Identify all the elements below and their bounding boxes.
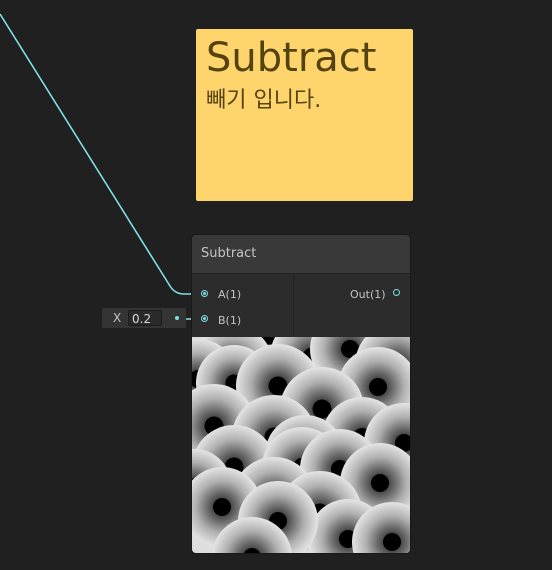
node-inputs: A(1) B(1) <box>192 274 294 336</box>
port-out-label: Out(1) <box>350 288 386 301</box>
value-connector-dot <box>175 316 179 320</box>
port-b-connector-icon[interactable] <box>201 315 208 322</box>
output-port-out[interactable]: Out(1) <box>294 287 410 303</box>
node-preview <box>192 293 410 553</box>
port-out-connector-icon[interactable] <box>393 289 400 296</box>
edge-to-input-a[interactable] <box>0 13 204 295</box>
preview-texture <box>192 293 410 553</box>
input-port-b[interactable]: B(1) <box>192 313 293 329</box>
port-a-label: A(1) <box>218 288 242 301</box>
subtract-node[interactable]: Subtract A(1) B(1) Out(1) <box>192 235 410 553</box>
value-axis-label[interactable]: X <box>113 311 121 325</box>
input-port-a[interactable]: A(1) <box>192 287 293 303</box>
inline-value-field[interactable]: X 0.2 <box>102 308 186 328</box>
node-header[interactable]: Subtract <box>192 235 410 274</box>
sticky-note-title[interactable]: Subtract <box>206 35 376 81</box>
port-b-label: B(1) <box>218 314 242 327</box>
node-outputs: Out(1) <box>294 274 410 336</box>
sticky-note[interactable]: Subtract 빼기 입니다. <box>196 29 413 201</box>
node-title: Subtract <box>201 246 257 261</box>
port-a-connector-icon[interactable] <box>201 290 208 297</box>
value-input[interactable]: 0.2 <box>128 310 162 326</box>
sticky-note-body[interactable]: 빼기 입니다. <box>206 87 321 115</box>
